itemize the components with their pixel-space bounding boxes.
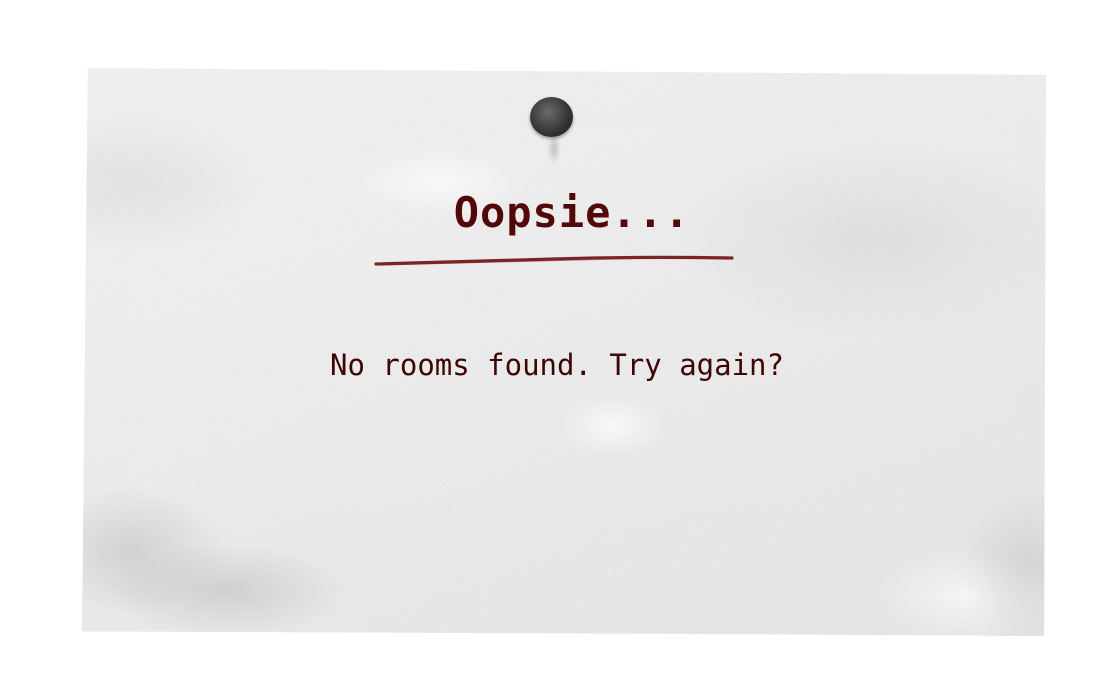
push-pin-icon: [530, 97, 573, 137]
note-title: Oopsie...: [453, 188, 691, 237]
title-underline: [374, 255, 734, 266]
empty-state-message: No rooms found. Try again?: [330, 348, 784, 382]
page: Oopsie... No rooms found. Try again?: [0, 0, 1100, 683]
pin-shadow: [544, 134, 564, 182]
